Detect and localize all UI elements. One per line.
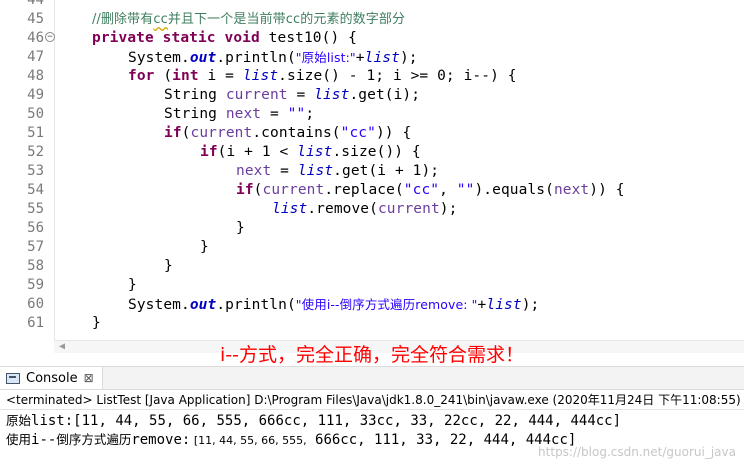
code-text: }	[236, 220, 245, 236]
process-status: <terminated> ListTest [Java Application]…	[6, 393, 741, 407]
code-line: 51 if(current.contains("cc")) {	[0, 124, 744, 143]
code-line: 60 System.out.println("使用i--倒序方式遍历remove…	[0, 295, 744, 314]
line-number: 54	[27, 182, 44, 198]
line-number: 51	[27, 125, 44, 141]
code-text: System.out.println("原始list:"+list);	[128, 50, 418, 66]
line-number: 48	[27, 68, 44, 84]
code-text: }	[128, 277, 137, 293]
code-editor[interactable]: 44 45 //删除带有cc并且下一个是当前带cc的元素的数字部分 46 − p…	[0, 0, 744, 340]
line-number: 50	[27, 106, 44, 122]
code-text: }	[200, 239, 209, 255]
code-text: if(current.contains("cc")) {	[164, 125, 412, 141]
tab-label: Console	[26, 370, 78, 386]
line-number: 45	[27, 11, 44, 27]
code-line: 50 String next = "";	[0, 105, 744, 124]
close-icon[interactable]: ⊠	[84, 371, 94, 385]
line-number: 58	[27, 258, 44, 274]
code-line: 55 list.remove(current);	[0, 200, 744, 219]
code-line: 57 }	[0, 238, 744, 257]
line-number: 49	[27, 87, 44, 103]
code-text: if(current.replace("cc", "").equals(next…	[236, 182, 625, 198]
code-line: 52 if(i + 1 < list.size()) {	[0, 143, 744, 162]
console-output-line: 使用i--倒序方式遍历remove: [11, 44, 55, 66, 555,…	[6, 432, 577, 448]
console-output-line: 原始list:[11, 44, 55, 66, 555, 666cc, 111,…	[6, 413, 622, 429]
line-number: 60	[27, 296, 44, 312]
watermark: https://blog.csdn.net/guorui_java	[538, 445, 736, 459]
code-text: for (int i = list.size() - 1; i >= 0; i-…	[128, 68, 517, 84]
fold-collapse-icon[interactable]: −	[45, 32, 55, 42]
code-line: 48 for (int i = list.size() - 1; i >= 0;…	[0, 67, 744, 86]
code-line: 61 }	[0, 314, 744, 333]
code-line: 56 }	[0, 219, 744, 238]
annotation-text: i--方式，完全正确，完全符合需求！	[220, 344, 524, 366]
tab-console[interactable]: Console ⊠	[0, 367, 103, 389]
code-line: 49 String current = list.get(i);	[0, 86, 744, 105]
code-line: 53 next = list.get(i + 1);	[0, 162, 744, 181]
line-number: 46	[27, 30, 44, 46]
line-number: 53	[27, 163, 44, 179]
line-number: 52	[27, 144, 44, 160]
line-number: 55	[27, 201, 44, 217]
code-text: //删除带有cc并且下一个是当前带cc的元素的数字部分	[92, 12, 406, 27]
code-text: String next = "";	[164, 106, 315, 122]
code-line: 45 //删除带有cc并且下一个是当前带cc的元素的数字部分	[0, 10, 744, 29]
code-text: list.remove(current);	[272, 201, 458, 217]
code-line: 44	[0, 0, 744, 10]
code-text: String current = list.get(i);	[164, 87, 421, 103]
code-line: 58 }	[0, 257, 744, 276]
console-tab-bar: Console ⊠	[0, 366, 744, 390]
code-line: 59 }	[0, 276, 744, 295]
line-number: 57	[27, 239, 44, 255]
line-number: 59	[27, 277, 44, 293]
code-text: if(i + 1 < list.size()) {	[200, 144, 421, 160]
code-text: next = list.get(i + 1);	[236, 163, 440, 179]
code-text: private static void test10() {	[92, 30, 357, 46]
code-line: 54 if(current.replace("cc", "").equals(n…	[0, 181, 744, 200]
divider	[0, 409, 744, 410]
code-text: }	[92, 315, 101, 331]
line-number: 47	[27, 49, 44, 65]
line-number: 56	[27, 220, 44, 236]
code-text: }	[164, 258, 173, 274]
code-text: System.out.println("使用i--倒序方式遍历remove: "…	[128, 297, 540, 313]
line-number: 44	[27, 0, 44, 8]
code-line: 46 − private static void test10() {	[0, 29, 744, 48]
line-number: 61	[27, 315, 44, 331]
console-icon	[6, 372, 20, 384]
code-line: 47 System.out.println("原始list:"+list);	[0, 48, 744, 67]
